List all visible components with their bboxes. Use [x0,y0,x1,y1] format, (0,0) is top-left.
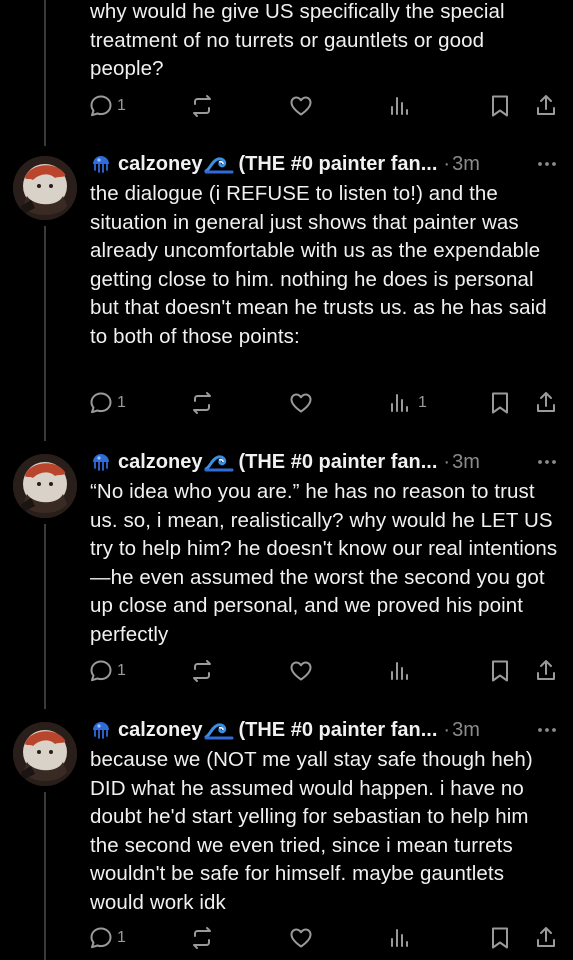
post-card[interactable]: calzoney (THE #0 painter fan... · 3m bec… [0,716,573,960]
separator: · [443,450,451,473]
like-button[interactable] [288,922,314,954]
reply-icon [90,927,112,949]
username[interactable]: calzoney [118,451,202,474]
separator: · [443,152,451,175]
bookmark-button[interactable] [488,90,512,122]
share-button[interactable] [534,90,558,122]
action-bar: 1 [88,922,558,954]
reply-icon [90,95,112,117]
partial-post[interactable]: why would he give US specifically the sp… [0,0,573,130]
heart-icon [290,393,312,413]
share-icon [537,392,555,412]
share-icon [537,95,555,115]
reply-count: 1 [117,394,126,411]
reply-icon [90,660,112,682]
post-text: because we (NOT me yall stay safe though… [90,748,533,914]
wave-icon [204,455,234,472]
like-button[interactable] [288,90,314,122]
reply-button[interactable]: 1 [88,655,126,687]
wave-icon [204,157,234,174]
repost-icon [193,660,211,682]
heart-icon [290,96,312,116]
post-text: the dialogue (i REFUSE to listen to!) an… [90,182,547,348]
separator: · [443,718,451,741]
repost-button[interactable] [188,90,216,122]
heart-icon [290,661,312,681]
bookmark-button[interactable] [488,655,512,687]
username[interactable]: calzoney [118,719,202,742]
reply-button[interactable]: 1 [88,922,126,954]
views-icon [391,662,408,680]
avatar[interactable] [13,722,77,786]
views-count: 1 [418,394,427,411]
post-text: “No idea who you are.” he has no reason … [90,480,558,646]
display-name: (THE #0 painter fan... [238,152,438,175]
more-icon[interactable] [535,716,559,744]
bookmark-icon [492,95,508,117]
more-icon[interactable] [535,150,559,178]
like-button[interactable] [288,387,314,419]
share-button[interactable] [534,922,558,954]
reply-icon [90,392,112,414]
share-icon [537,927,555,947]
action-bar: 1 [88,90,558,122]
post-header: calzoney (THE #0 painter fan... · 3m [90,716,559,744]
jellyfish-icon [93,722,109,739]
avatar[interactable] [13,454,77,518]
repost-icon [193,392,211,414]
like-button[interactable] [288,655,314,687]
avatar[interactable] [13,156,77,220]
timestamp: 3m [452,450,480,473]
views-button[interactable] [388,922,412,954]
timestamp: 3m [452,152,480,175]
jellyfish-icon [93,156,109,173]
reply-count: 1 [117,662,126,679]
share-button[interactable] [534,387,558,419]
bookmark-icon [492,927,508,949]
share-icon [537,660,555,680]
repost-button[interactable] [188,655,216,687]
bookmark-icon [492,392,508,414]
timestamp: 3m [452,718,480,741]
views-icon [391,394,408,412]
display-name: (THE #0 painter fan... [238,718,438,741]
reply-button[interactable]: 1 [88,90,126,122]
views-icon [391,929,408,947]
action-bar: 1 [88,655,558,687]
more-icon[interactable] [535,448,559,476]
bookmark-button[interactable] [488,922,512,954]
views-button[interactable]: 1 [388,387,427,419]
wave-icon [204,723,234,740]
share-button[interactable] [534,655,558,687]
heart-icon [290,928,312,948]
post-card[interactable]: calzoney (THE #0 painter fan... · 3m “No… [0,448,573,710]
reply-count: 1 [117,97,126,114]
reply-count: 1 [117,929,126,946]
repost-icon [193,927,211,949]
display-name: (THE #0 painter fan... [238,450,438,473]
views-button[interactable] [388,90,412,122]
jellyfish-icon [93,454,109,471]
repost-button[interactable] [188,922,216,954]
post-header: calzoney (THE #0 painter fan... · 3m [90,448,559,476]
username[interactable]: calzoney [118,153,202,176]
reply-button[interactable]: 1 [88,387,126,419]
views-button[interactable] [388,655,412,687]
action-bar: 1 1 [88,387,558,419]
views-icon [391,97,408,115]
post-header: calzoney (THE #0 painter fan... · 3m [90,150,559,178]
repost-button[interactable] [188,387,216,419]
post-text: why would he give US specifically the sp… [90,0,505,80]
post-card[interactable]: calzoney (THE #0 painter fan... · 3m the… [0,150,573,440]
bookmark-button[interactable] [488,387,512,419]
repost-icon [193,95,211,117]
bookmark-icon [492,660,508,682]
